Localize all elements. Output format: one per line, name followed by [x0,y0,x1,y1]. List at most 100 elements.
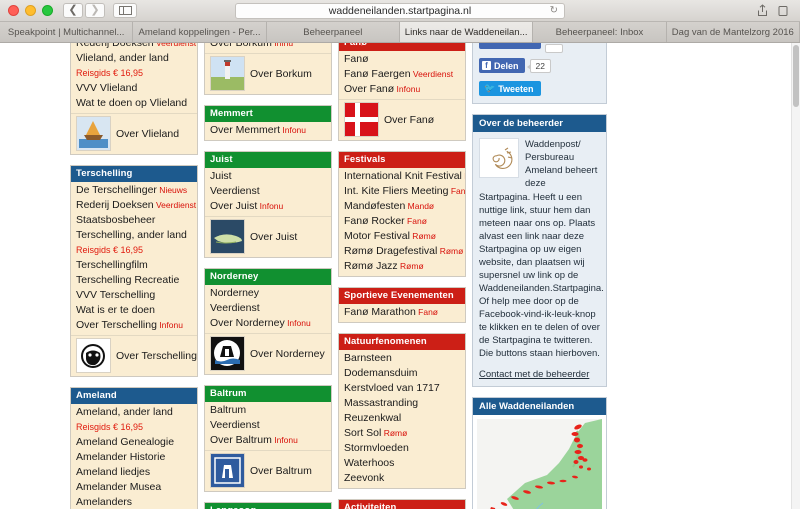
tab-1[interactable]: Ameland koppelingen - Per... [133,22,267,42]
link-item[interactable]: Wat is er te doen [71,303,197,318]
link-item[interactable]: Juist [205,169,331,184]
link-item-label: Fanø Faergen [344,68,411,80]
link-item[interactable]: Sort Sol Rømø [339,426,465,441]
link-item[interactable]: Veerdienst [205,184,331,199]
link-column-3: FanøFanøFanø Faergen VeerdienstOver Fanø… [338,43,472,509]
link-item[interactable]: Waterhoos [339,456,465,471]
link-item-tag: Fanø [450,186,465,196]
thumbnail-link-row[interactable]: Over Fanø [339,99,465,140]
share-icon[interactable] [754,3,771,19]
link-item[interactable]: Massastranding [339,396,465,411]
thumbnail-link-row[interactable]: Over Juist [205,216,331,257]
link-item[interactable]: Over Norderney Infonu [205,316,331,331]
link-item[interactable]: Rømø Jazz Rømø [339,259,465,274]
link-item[interactable]: Rederij Doeksen Veerdienst [71,43,197,51]
link-item-label: International Knit Festival [344,170,462,182]
link-item[interactable]: Ameland, ander land [71,405,197,420]
link-item[interactable]: Baltrum [205,403,331,418]
link-item[interactable]: Terschelling, ander land [71,228,197,243]
link-item[interactable]: Ameland liedjes [71,465,197,480]
link-item[interactable]: Kerstvloed van 1717 [339,381,465,396]
link-item-tag: Rømø [409,231,436,241]
thumbnail-link-row[interactable]: Over Borkum [205,53,331,94]
new-tab-icon[interactable] [775,3,792,19]
back-chevron-icon[interactable]: ❮ [63,3,83,18]
link-item[interactable]: Fanø Faergen Veerdienst [339,67,465,82]
like-button-cutoff[interactable] [479,43,600,58]
link-box-header: Juist [205,152,331,168]
link-item[interactable]: Amelander Historie [71,450,197,465]
thumbnail-link-row[interactable]: Over Vlieland [71,113,197,154]
link-item[interactable]: Over Baltrum Infonu [205,433,331,448]
link-item[interactable]: Norderney [205,286,331,301]
link-item[interactable]: Over Juist Infonu [205,199,331,214]
link-item[interactable]: Reisgids € 16,95 [71,66,197,81]
link-item[interactable]: Amelanders [71,495,197,509]
link-item[interactable]: Fanø Rocker Fanø [339,214,465,229]
minimize-window-button[interactable] [25,5,36,16]
link-list: International Knit Festival FanøInt. Kit… [339,168,465,276]
link-item[interactable]: Int. Kite Fliers Meeting Fanø [339,184,465,199]
link-item[interactable]: Veerdienst [205,418,331,433]
link-item[interactable]: Fanø [339,52,465,67]
link-item[interactable]: Dodemansduim [339,366,465,381]
link-item-label: Vlieland, ander land [76,52,169,64]
link-item[interactable]: Rederij Doeksen Veerdienst [71,198,197,213]
close-window-button[interactable] [8,5,19,16]
link-box-header: Sportieve Evenementen [339,288,465,304]
facebook-share-button[interactable]: f Delen [479,58,525,73]
sidebar-toggle-icon[interactable] [113,3,137,18]
link-item[interactable]: Barnsteen [339,351,465,366]
vlieland-book-thumbnail [76,116,111,151]
link-item[interactable]: Over Borkum Infnu [205,43,331,51]
link-item[interactable]: Terschelling Recreatie [71,273,197,288]
link-item[interactable]: International Knit Festival Fanø [339,169,465,184]
forward-chevron-icon[interactable]: ❯ [85,3,105,18]
about-admin-intro: Waddenpost/ Persbureau Ameland beheert d… [525,139,598,189]
scrollbar-thumb[interactable] [793,45,799,107]
link-item[interactable]: Stormvloeden [339,441,465,456]
link-item[interactable]: Reisgids € 16,95 [71,420,197,435]
link-item[interactable]: Amelander Musea [71,480,197,495]
link-item-label: Ameland Genealogie [76,436,175,448]
link-item[interactable]: Reuzenkwal [339,411,465,426]
tab-2[interactable]: Beheerpaneel [266,22,400,42]
link-item[interactable]: Over Memmert Infonu [205,123,331,138]
link-item-tag: Infonu [284,318,311,328]
link-item[interactable]: Over Terschelling Infonu [71,318,197,333]
link-item[interactable]: Mandøfesten Mandø [339,199,465,214]
link-box: FanøFanøFanø Faergen VeerdienstOver Fanø… [338,43,466,141]
link-item[interactable]: Veerdienst [205,301,331,316]
tab-0[interactable]: Speakpoint | Multichannel... [0,22,134,42]
link-item-tag: Infnu [271,43,294,48]
link-item[interactable]: Rømø Dragefestival Rømø [339,244,465,259]
address-bar[interactable]: waddeneilanden.startpagina.nl ↻ [235,2,565,19]
facebook-icon: f [482,61,491,70]
link-item[interactable]: Vlieland, ander land [71,51,197,66]
link-item[interactable]: Terschellingfilm [71,258,197,273]
link-list: Norderney Veerdienst Over Norderney Infonu [205,285,331,333]
tab-5[interactable]: Dag van de Mantelzorg 2016 [666,22,800,42]
thumbnail-link-row[interactable]: Over Norderney [205,333,331,374]
link-item[interactable]: De Terschellinger Nieuws [71,183,197,198]
twitter-share-button[interactable]: 🐦 Tweeten [479,81,541,96]
maximize-window-button[interactable] [42,5,53,16]
link-item[interactable]: Wat te doen op Vlieland [71,96,197,111]
link-item[interactable]: VVV Vlieland [71,81,197,96]
link-item[interactable]: Ameland Genealogie [71,435,197,450]
link-item[interactable]: Motor Festival Rømø [339,229,465,244]
tab-3[interactable]: Links naar de Waddeneilan... [399,22,534,42]
wadden-islands-map[interactable] [477,419,602,509]
page-scrollbar[interactable] [791,43,800,509]
thumbnail-link-row[interactable]: Over Terschelling [71,335,197,376]
link-item[interactable]: Staatsbosbeheer [71,213,197,228]
thumbnail-link-row[interactable]: Over Baltrum [205,450,331,491]
link-item[interactable]: Fanø Marathon Fanø [339,305,465,320]
link-item[interactable]: Reisgids € 16,95 [71,243,197,258]
link-item[interactable]: VVV Terschelling [71,288,197,303]
contact-admin-link[interactable]: Contact met de beheerder [479,369,600,380]
link-item[interactable]: Zeevonk [339,471,465,486]
link-item[interactable]: Over Fanø Infonu [339,82,465,97]
tab-4[interactable]: Beheerpaneel: Inbox [533,22,667,42]
reload-icon[interactable]: ↻ [550,5,558,16]
